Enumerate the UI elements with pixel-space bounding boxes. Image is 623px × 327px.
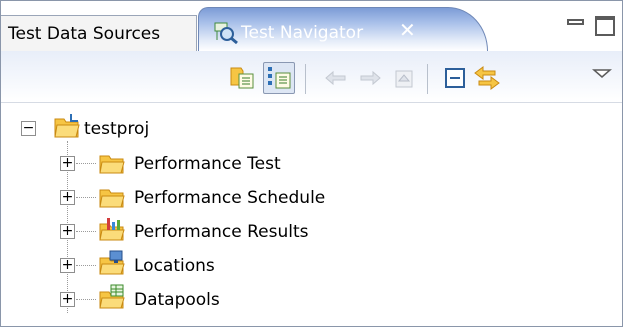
link-with-editor-button[interactable] [471,62,503,94]
show-logical-view-button[interactable] [227,62,259,94]
datapool-folder-icon [99,284,125,309]
tab-test-data-sources[interactable]: Test Data Sources [1,15,197,51]
tree-node-testproj[interactable]: − testproj [1,113,401,147]
test-navigator-view: Test Data Sources Test Navigator ✕ − tes… [0,0,623,327]
results-folder-icon [99,218,125,241]
tab-strip: Test Data Sources Test Navigator ✕ [1,1,622,51]
tree-node-label: Performance Results [134,222,309,242]
tree-node-label: Performance Schedule [134,188,326,208]
expand-toggle-icon[interactable]: + [60,224,75,239]
collapse-all-icon [445,68,465,88]
tree-node-performance-schedule[interactable]: + Performance Schedule [1,181,501,215]
toolbar-separator [427,64,428,94]
expand-toggle-icon[interactable]: + [60,156,75,171]
back-button[interactable] [320,62,352,94]
tree-connector [76,197,96,198]
locations-folder-icon [99,250,125,275]
tree-node-locations[interactable]: + Locations [1,249,501,283]
close-icon[interactable]: ✕ [399,20,416,40]
link-with-editor-icon [474,66,500,90]
expand-toggle-icon[interactable]: + [60,292,75,307]
chevron-down-icon [592,69,612,78]
folder-icon [99,189,125,208]
minimize-icon[interactable] [567,19,584,25]
tree-connector [76,299,96,300]
show-logical-view-icon [230,67,254,89]
tab-test-data-sources-label: Test Data Sources [8,24,161,44]
collapse-all-button[interactable] [439,62,471,94]
back-arrow-icon [325,70,346,86]
tree-connector [76,265,96,266]
folder-icon [99,155,125,174]
expand-toggle-icon[interactable]: + [60,190,75,205]
maximize-icon[interactable] [595,16,615,36]
toolbar-separator [305,64,306,94]
forward-button[interactable] [354,62,386,94]
expand-toggle-icon[interactable]: + [60,258,75,273]
forward-arrow-icon [360,70,381,86]
tree-node-performance-results[interactable]: + Performance Results [1,215,501,249]
view-toolbar [1,51,622,103]
tree-connector [76,163,96,164]
project-folder-icon [54,114,80,138]
home-icon [395,70,413,88]
home-button[interactable] [388,62,420,94]
show-resource-view-icon [268,67,291,89]
tab-test-navigator-label: Test Navigator [241,23,364,43]
tree-node-performance-test[interactable]: + Performance Test [1,147,501,181]
tree-node-label: Performance Test [134,154,281,174]
tree-node-label: testproj [84,119,150,139]
tree-connector [76,231,96,232]
view-menu-button[interactable] [589,62,615,94]
tree-node-datapools[interactable]: + Datapools [1,283,501,317]
tree-node-label: Locations [134,256,215,276]
tab-test-navigator[interactable]: Test Navigator ✕ [198,7,488,51]
test-navigator-icon [214,22,238,44]
collapse-toggle-icon[interactable]: − [21,121,36,136]
tree-node-label: Datapools [134,290,220,310]
show-resource-view-button[interactable] [263,62,295,94]
